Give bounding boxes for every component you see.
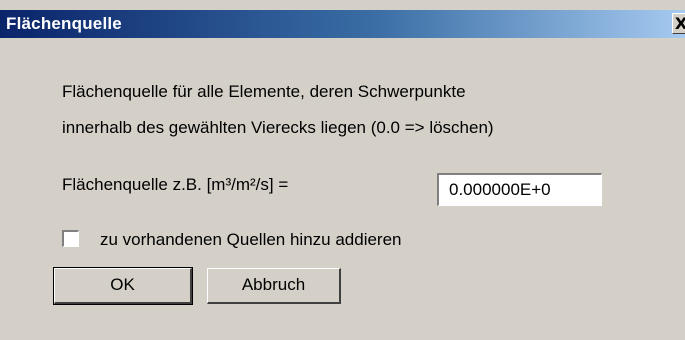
description-line-1: Flächenquelle für alle Elemente, deren S… [62, 82, 466, 101]
cancel-button-label: Abbruch [241, 275, 306, 294]
cancel-button[interactable]: Abbruch [207, 268, 341, 304]
source-value-label: Flächenquelle z.B. [m³/m²/s] = [62, 175, 289, 194]
add-to-existing-label[interactable]: zu vorhandenen Quellen hinzu addieren [100, 230, 402, 250]
description-line-2: innerhalb des gewählten Vierecks liegen … [62, 118, 494, 137]
ok-button[interactable]: OK [53, 267, 193, 305]
add-to-existing-checkbox[interactable] [62, 230, 79, 247]
title-bar[interactable]: Flächenquelle X [0, 10, 685, 38]
source-value-input[interactable]: 0.000000E+0 [437, 173, 602, 206]
close-icon: X [674, 14, 685, 33]
close-button[interactable]: X [672, 13, 685, 34]
ok-button-label: OK [110, 275, 135, 294]
source-value-text: 0.000000E+0 [449, 180, 551, 199]
dialog-title: Flächenquelle [6, 14, 122, 33]
dialog-window: Flächenquelle X Flächenquelle für alle E… [0, 0, 685, 340]
